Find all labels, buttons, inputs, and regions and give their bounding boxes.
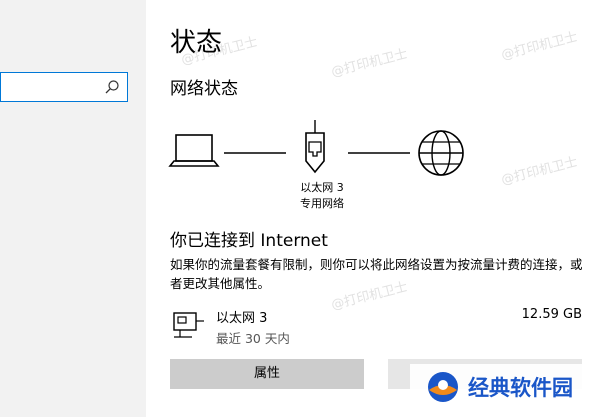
search-input[interactable] — [0, 72, 128, 102]
ethernet-icon — [305, 120, 325, 174]
adapter-period: 最近 30 天内 — [216, 331, 290, 346]
sidebar — [0, 0, 146, 417]
network-type: 专用网络 — [300, 197, 344, 210]
search-icon[interactable] — [104, 79, 120, 95]
network-status-heading: 网络状态 — [170, 79, 238, 99]
main-content: 状态 网络状态 以太网 3 专用网络 你已连接到 Internet 如果你的流量… — [146, 0, 600, 417]
connected-description: 如果你的流量套餐有限制，则你可以将此网络设置为按流量计费的连接，或者更改其他属性… — [170, 257, 583, 291]
brand-watermark: 经典软件园 — [410, 364, 592, 410]
network-adapter-icon — [173, 312, 204, 338]
properties-button[interactable]: 属性 — [170, 359, 364, 389]
adapter-data-usage: 12.59 GB — [521, 307, 582, 322]
connected-heading: 你已连接到 Internet — [170, 231, 328, 251]
network-label: 以太网 3 专用网络 — [284, 180, 360, 212]
network-name: 以太网 3 — [300, 181, 344, 194]
adapter-name: 以太网 3 — [216, 311, 268, 326]
globe-icon — [418, 130, 464, 176]
brand-text: 经典软件园 — [468, 376, 573, 400]
brand-logo-icon — [428, 372, 458, 402]
page-title: 状态 — [170, 28, 223, 58]
laptop-icon — [168, 134, 220, 167]
